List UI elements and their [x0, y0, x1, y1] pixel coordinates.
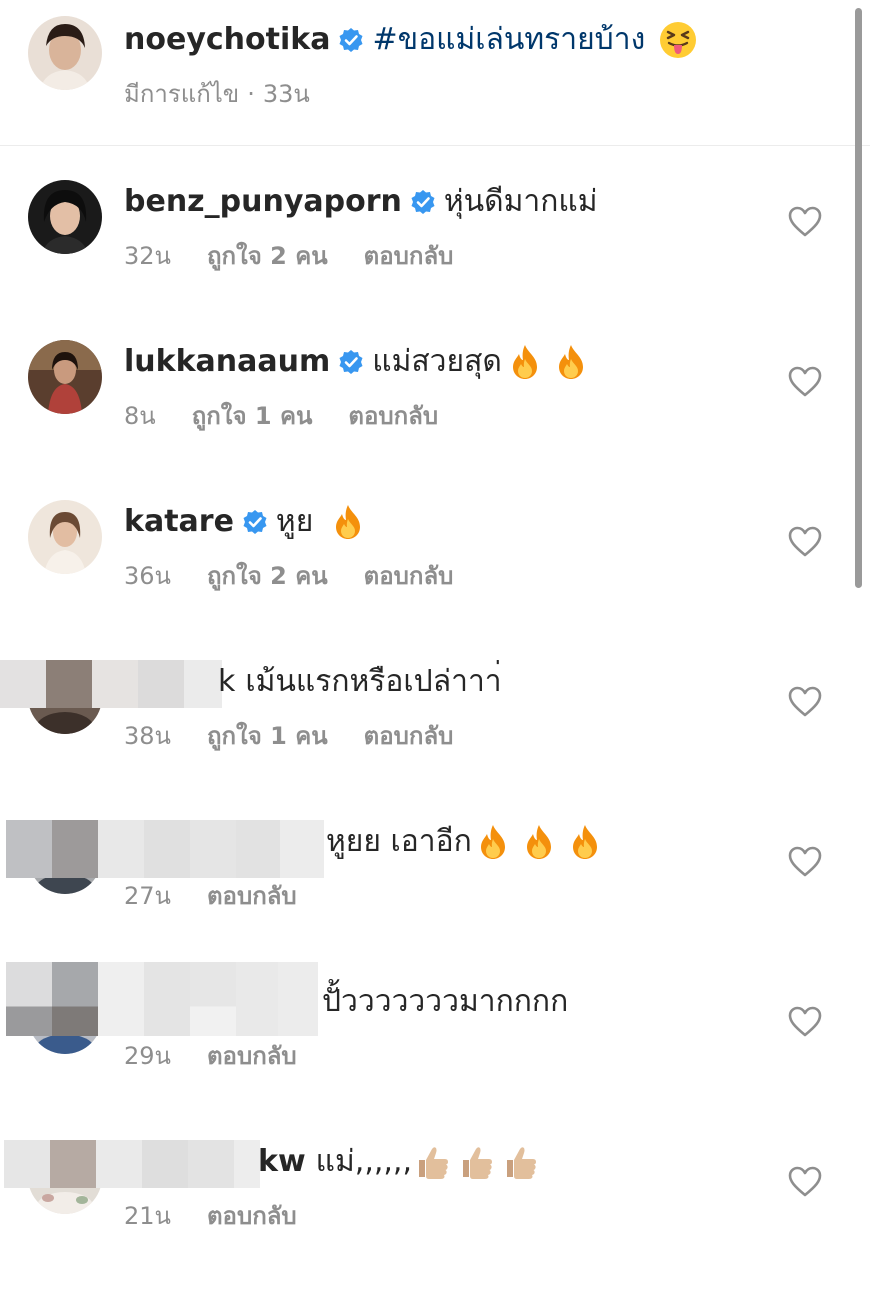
squinting-face-with-tongue-emoji	[659, 21, 697, 59]
comment-text: หุ่นดีมากแม่	[443, 184, 598, 219]
comment-line: benz_punyaporn หุ่นดีมากแม่	[124, 182, 598, 222]
fire-emoji	[329, 503, 367, 541]
reply-button[interactable]: ตอบกลับ	[207, 1202, 297, 1230]
comment-meta: 38น ถูกใจ 1 คน ตอบกลับ	[124, 720, 489, 752]
caption-username[interactable]: noeychotika	[124, 20, 330, 60]
reply-button[interactable]: ตอบกลับ	[207, 882, 297, 910]
heart-icon[interactable]	[788, 846, 822, 878]
comment-line: k เม้นแรกหรือเปล่าาา่	[218, 662, 502, 702]
post-caption: noeychotika #ขอแม่เล่นทรายบ้าง มีการแก้ไ…	[0, 0, 870, 146]
likes-count[interactable]: ถูกใจ 2 คน	[207, 242, 328, 270]
comment-meta: 36น ถูกใจ 2 คน ตอบกลับ	[124, 560, 489, 592]
comment-meta: 32น ถูกใจ 2 คน ตอบกลับ	[124, 240, 489, 272]
comment-meta: 27น ตอบกลับ	[124, 880, 333, 912]
redacted-username-pixelation	[4, 1140, 260, 1188]
verified-badge-icon	[338, 27, 364, 53]
redacted-username-pixelation	[6, 820, 324, 878]
username-visible-fragment[interactable]: k	[218, 662, 235, 702]
avatar[interactable]	[28, 180, 102, 254]
comment-line: kw แม่,,,,,,	[258, 1142, 540, 1182]
fire-emoji	[506, 343, 544, 381]
comment-text: แม่,,,,,,	[315, 1144, 412, 1179]
verified-badge-icon	[242, 509, 268, 535]
heart-icon[interactable]	[788, 366, 822, 398]
comment-time[interactable]: 29น	[124, 1042, 171, 1070]
comment-text: เม้นแรกหรือเปล่าาา่	[245, 664, 502, 699]
comment-time[interactable]: 27น	[124, 882, 171, 910]
reply-button[interactable]: ตอบกลับ	[364, 242, 454, 270]
avatar[interactable]	[28, 340, 102, 414]
edited-label: มีการแก้ไข	[124, 80, 240, 108]
caption-line: noeychotika #ขอแม่เล่นทรายบ้าง	[124, 20, 697, 60]
comment-username[interactable]: benz_punyaporn	[124, 182, 402, 222]
fire-emoji	[474, 823, 512, 861]
meta-separator: ·	[247, 80, 255, 108]
likes-count[interactable]: ถูกใจ 2 คน	[207, 562, 328, 590]
fire-emoji	[520, 823, 558, 861]
username-visible-fragment[interactable]: kw	[258, 1142, 306, 1182]
redacted-username-pixelation	[0, 660, 222, 708]
comment-time[interactable]: 8น	[124, 402, 156, 430]
caption-time[interactable]: 33น	[263, 80, 310, 108]
heart-icon[interactable]	[788, 686, 822, 718]
comment-line: katare หูย	[124, 502, 367, 542]
thumbs-up-emoji	[458, 1143, 496, 1181]
heart-icon[interactable]	[788, 1166, 822, 1198]
reply-button[interactable]: ตอบกลับ	[364, 722, 454, 750]
likes-count[interactable]: ถูกใจ 1 คน	[192, 402, 313, 430]
comment-time[interactable]: 32น	[124, 242, 171, 270]
comment-meta: 29น ตอบกลับ	[124, 1040, 333, 1072]
likes-count[interactable]: ถูกใจ 1 คน	[207, 722, 328, 750]
scrollbar[interactable]	[855, 8, 862, 588]
fire-emoji	[552, 343, 590, 381]
verified-badge-icon	[410, 189, 436, 215]
comment-text: แม่สวยสุด	[372, 344, 502, 379]
fire-emoji	[566, 823, 604, 861]
heart-icon[interactable]	[788, 1006, 822, 1038]
avatar[interactable]	[28, 16, 102, 90]
comment-username[interactable]: lukkanaaum	[124, 342, 330, 382]
comment-text: ปั้วววววววมากกกก	[322, 984, 569, 1019]
comment-line: lukkanaaum แม่สวยสุด	[124, 342, 590, 382]
thumbs-up-emoji	[502, 1143, 540, 1181]
comment-meta: 21น ตอบกลับ	[124, 1200, 333, 1232]
comment-time[interactable]: 38น	[124, 722, 171, 750]
caption-meta: มีการแก้ไข · 33น	[124, 78, 346, 110]
reply-button[interactable]: ตอบกลับ	[348, 402, 438, 430]
redacted-username-pixelation	[6, 962, 318, 1036]
caption-hashtag[interactable]: #ขอแม่เล่นทรายบ้าง	[372, 20, 645, 60]
thumbs-up-emoji	[414, 1143, 452, 1181]
comment-text: หูยย เอาอีก	[326, 824, 472, 859]
comment-username[interactable]: katare	[124, 502, 234, 542]
heart-icon[interactable]	[788, 526, 822, 558]
comment-text: หูย	[275, 504, 314, 539]
comment-meta: 8น ถูกใจ 1 คน ตอบกลับ	[124, 400, 474, 432]
comment-line: หูยย เอาอีก	[326, 822, 604, 862]
verified-badge-icon	[338, 349, 364, 375]
comment-time[interactable]: 36น	[124, 562, 171, 590]
avatar[interactable]	[28, 500, 102, 574]
reply-button[interactable]: ตอบกลับ	[207, 1042, 297, 1070]
comment-line: ปั้วววววววมากกกก	[322, 982, 568, 1022]
heart-icon[interactable]	[788, 206, 822, 238]
comment-time[interactable]: 21น	[124, 1202, 171, 1230]
reply-button[interactable]: ตอบกลับ	[364, 562, 454, 590]
